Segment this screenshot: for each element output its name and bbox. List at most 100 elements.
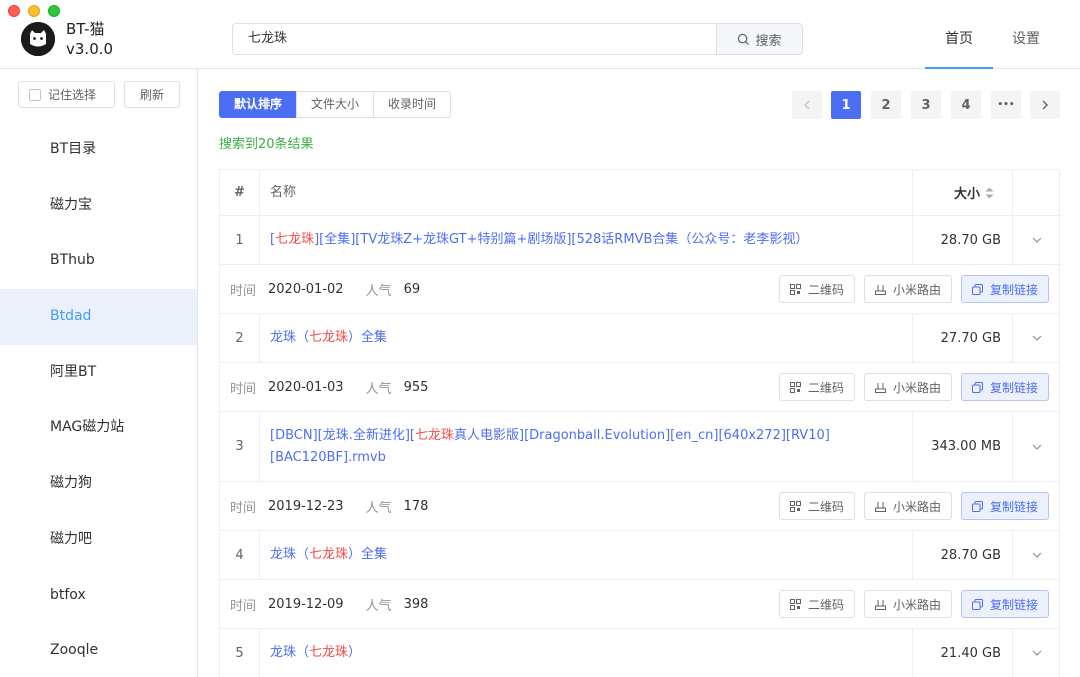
checkbox-box[interactable] <box>29 88 41 101</box>
header-expand <box>1013 170 1060 215</box>
chevron-left-icon <box>804 100 810 110</box>
sidebar-item-bthub[interactable]: BThub <box>0 233 197 289</box>
qrcode-button[interactable]: 二维码 <box>778 275 855 303</box>
table-row[interactable]: 2 龙珠（七龙珠）全集 27.70 GB <box>219 314 1060 363</box>
row-expand-toggle[interactable] <box>1013 314 1060 362</box>
window-minimize-button[interactable] <box>28 5 40 17</box>
xiaomi-router-button[interactable]: 小米路由 <box>863 492 952 520</box>
title-bar: BT-猫 v3.0.0 七龙珠 搜索 首页 设置 <box>0 0 1080 69</box>
row-name-text: [DBCN][龙珠.全新进化][七龙珠真人电影版][Dragonball.Evo… <box>270 425 902 469</box>
sidebar-item-zooqle[interactable]: Zooqle <box>0 623 197 677</box>
row-index: 3 <box>220 412 260 481</box>
row-expand-toggle[interactable] <box>1013 412 1060 481</box>
sidebar-item-ciligou[interactable]: 磁力狗 <box>0 456 197 512</box>
refresh-button[interactable]: 刷新 <box>124 81 180 108</box>
copy-icon <box>971 381 983 393</box>
qrcode-button-label: 二维码 <box>807 499 844 514</box>
qrcode-button[interactable]: 二维码 <box>778 492 855 520</box>
row-name-link[interactable]: [七龙珠][全集][TV龙珠Z+龙珠GT+特别篇+剧场版][528话RMVB合集… <box>260 216 913 264</box>
time-label: 时间 <box>230 381 257 397</box>
search-button[interactable]: 搜索 <box>716 23 803 55</box>
qrcode-button-label: 二维码 <box>807 380 844 395</box>
prev-page-button[interactable] <box>792 91 822 119</box>
name-segment: ）全集 <box>348 330 388 345</box>
row-expand-toggle[interactable] <box>1013 216 1060 264</box>
xiaomi-router-button[interactable]: 小米路由 <box>863 590 952 618</box>
row-size: 21.40 GB <box>913 629 1013 677</box>
sidebar-item-cilibao[interactable]: 磁力宝 <box>0 178 197 234</box>
sidebar-item-alibt[interactable]: 阿里BT <box>0 345 197 401</box>
page-4-button[interactable]: 4 <box>951 91 981 119</box>
row-name-link[interactable]: 龙珠（七龙珠）全集 <box>260 314 913 362</box>
time-value: 2020-01-02 <box>268 281 344 297</box>
sort-default-button[interactable]: 默认排序 <box>219 91 298 118</box>
keyword-highlight: 七龙珠 <box>275 232 315 247</box>
more-pages-button[interactable]: ••• <box>991 91 1021 119</box>
tab-home[interactable]: 首页 <box>925 0 993 69</box>
chevron-down-icon[interactable] <box>1031 332 1043 344</box>
row-size: 27.70 GB <box>913 314 1013 362</box>
app-version: v3.0.0 <box>66 40 114 58</box>
chevron-down-icon[interactable] <box>1031 441 1043 453</box>
sidebar-item-btmulu[interactable]: BT目录 <box>0 122 197 178</box>
row-name-link[interactable]: 龙珠（七龙珠）全集 <box>260 531 913 579</box>
chevron-down-icon[interactable] <box>1031 549 1043 561</box>
time-label: 时间 <box>230 598 257 614</box>
tab-settings[interactable]: 设置 <box>993 0 1059 69</box>
row-actions: 二维码 小米路由 复制链接 <box>778 482 1049 530</box>
popularity-value: 178 <box>403 498 429 514</box>
window-maximize-button[interactable] <box>48 5 60 17</box>
page-1-button[interactable]: 1 <box>831 91 861 119</box>
row-name-link[interactable]: 龙珠（七龙珠） <box>260 629 913 677</box>
copy-link-button-label: 复制链接 <box>989 380 1038 395</box>
qrcode-button[interactable]: 二维码 <box>778 373 855 401</box>
sort-size-button[interactable]: 文件大小 <box>296 91 375 118</box>
remember-selection-checkbox[interactable]: 记住选择 <box>18 81 115 108</box>
time-label: 时间 <box>230 500 257 516</box>
qrcode-icon <box>789 500 801 512</box>
qrcode-button-label: 二维码 <box>807 597 844 612</box>
time-value: 2020-01-03 <box>268 379 344 395</box>
search-input[interactable]: 七龙珠 <box>232 23 717 55</box>
next-page-button[interactable] <box>1030 91 1060 119</box>
table-row[interactable]: 3 [DBCN][龙珠.全新进化][七龙珠真人电影版][Dragonball.Ev… <box>219 412 1060 482</box>
chevron-down-icon[interactable] <box>1031 647 1043 659</box>
header-name: 名称 <box>260 170 913 215</box>
chevron-right-icon <box>1042 100 1048 110</box>
sidebar-item-ciliba[interactable]: 磁力吧 <box>0 512 197 568</box>
row-name-link[interactable]: [DBCN][龙珠.全新进化][七龙珠真人电影版][Dragonball.Evo… <box>260 412 913 481</box>
cat-logo-icon <box>21 22 55 56</box>
row-meta: 时间 2020-01-02 人气 69 <box>230 265 442 313</box>
table-row-details: 时间 2020-01-02 人气 69 二维码 小米路由 复制链接 <box>219 265 1060 314</box>
copy-link-button[interactable]: 复制链接 <box>960 373 1049 401</box>
table-row-details: 时间 2019-12-09 人气 398 二维码 小米路由 复制链接 <box>219 580 1060 629</box>
xiaomi-router-button[interactable]: 小米路由 <box>863 373 952 401</box>
page-3-button[interactable]: 3 <box>911 91 941 119</box>
sidebar-item-btfox[interactable]: btfox <box>0 568 197 624</box>
row-index: 1 <box>220 216 260 264</box>
xiaomi-router-button[interactable]: 小米路由 <box>863 275 952 303</box>
qrcode-button[interactable]: 二维码 <box>778 590 855 618</box>
table-row[interactable]: 4 龙珠（七龙珠）全集 28.70 GB <box>219 531 1060 580</box>
page-2-button[interactable]: 2 <box>871 91 901 119</box>
copy-link-button[interactable]: 复制链接 <box>960 590 1049 618</box>
copy-icon <box>971 500 983 512</box>
sidebar-item-mag[interactable]: MAG磁力站 <box>0 400 197 456</box>
table-row[interactable]: 1 [七龙珠][全集][TV龙珠Z+龙珠GT+特别篇+剧场版][528话RMVB合… <box>219 216 1060 265</box>
sort-time-button[interactable]: 收录时间 <box>373 91 452 118</box>
window-close-button[interactable] <box>8 5 20 17</box>
table-row[interactable]: 5 龙珠（七龙珠） 21.40 GB <box>219 629 1060 677</box>
table-row-details: 时间 2020-01-03 人气 955 二维码 小米路由 复制链接 <box>219 363 1060 412</box>
row-expand-toggle[interactable] <box>1013 531 1060 579</box>
chevron-down-icon[interactable] <box>1031 234 1043 246</box>
sidebar-item-btdad[interactable]: Btdad <box>0 289 197 345</box>
keyword-highlight: 七龙珠 <box>309 547 349 562</box>
copy-link-button[interactable]: 复制链接 <box>960 492 1049 520</box>
row-size: 28.70 GB <box>913 531 1013 579</box>
row-size: 28.70 GB <box>913 216 1013 264</box>
sort-caret-icon[interactable] <box>985 187 994 199</box>
row-name-text: 龙珠（七龙珠）全集 <box>270 327 387 349</box>
row-expand-toggle[interactable] <box>1013 629 1060 677</box>
copy-link-button[interactable]: 复制链接 <box>960 275 1049 303</box>
header-size[interactable]: 大小 <box>913 170 1013 215</box>
